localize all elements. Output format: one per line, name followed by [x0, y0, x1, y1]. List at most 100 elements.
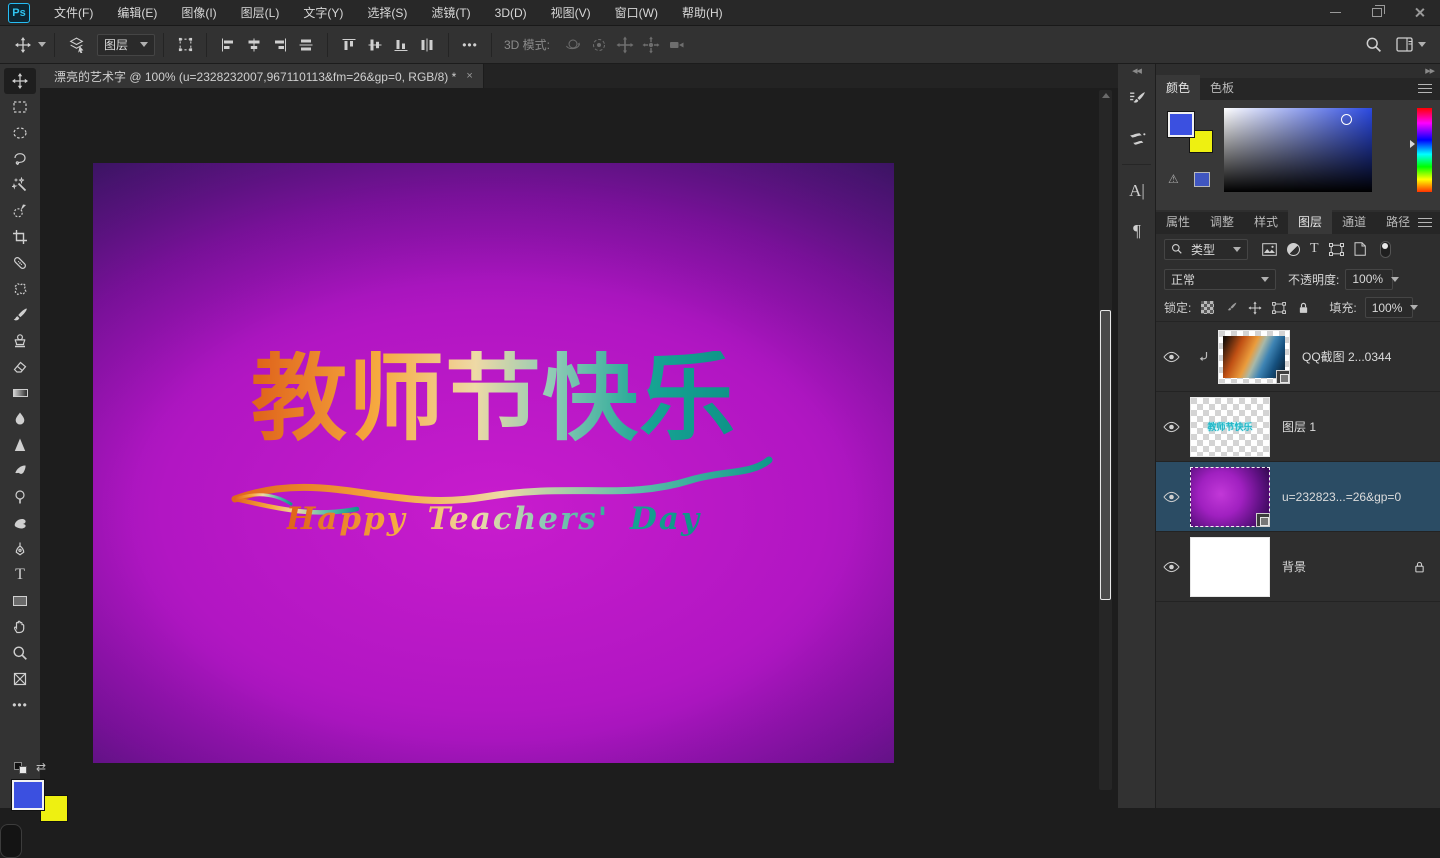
filter-smart-objects-icon[interactable]: [1354, 242, 1366, 256]
swap-colors-icon[interactable]: ⇄: [36, 760, 46, 774]
tool-clone-stamp[interactable]: [4, 328, 36, 354]
restore-button[interactable]: [1356, 0, 1398, 26]
hue-slider[interactable]: [1417, 108, 1432, 192]
tool-burn[interactable]: [4, 510, 36, 536]
layer-thumbnail[interactable]: [1190, 537, 1270, 597]
layer-thumbnail[interactable]: 教师节快乐: [1190, 397, 1270, 457]
layer-row-selected[interactable]: u=232823...=26&gp=0: [1156, 462, 1440, 532]
filter-adjustment-layers-icon[interactable]: [1287, 243, 1300, 256]
layer-filter-dropdown[interactable]: 类型: [1164, 239, 1248, 260]
distribute-vertical-centers-icon[interactable]: [293, 32, 319, 58]
tool-type[interactable]: T: [4, 562, 36, 588]
layer-name[interactable]: QQ截图 2...0344: [1302, 348, 1391, 365]
menu-type[interactable]: 文字(Y): [291, 0, 355, 26]
quick-mask-button[interactable]: [0, 824, 22, 858]
document-canvas[interactable]: 教师节快乐 Happy Teachers' Day: [93, 163, 894, 763]
color-picker-marker[interactable]: [1341, 114, 1352, 125]
search-icon[interactable]: [1365, 36, 1382, 53]
align-right-edges-icon[interactable]: [267, 32, 293, 58]
tool-spot-healing[interactable]: [4, 250, 36, 276]
document-tab[interactable]: 漂亮的艺术字 @ 100% (u=2328232007,967110113&fm…: [40, 64, 484, 88]
foreground-color-swatch[interactable]: [12, 780, 44, 810]
align-left-edges-icon[interactable]: [215, 32, 241, 58]
tool-crop[interactable]: [4, 224, 36, 250]
workspace-switcher[interactable]: [1396, 37, 1426, 52]
tool-frame[interactable]: [4, 666, 36, 692]
gamut-warning-icon[interactable]: ⚠: [1168, 172, 1179, 186]
gamut-swatch[interactable]: [1194, 172, 1210, 187]
tab-styles[interactable]: 样式: [1244, 209, 1288, 234]
more-align-options-button[interactable]: •••: [457, 32, 483, 58]
tool-rect-marquee[interactable]: [4, 94, 36, 120]
fill-dropdown[interactable]: 100%: [1365, 297, 1413, 318]
auto-select-target-dropdown[interactable]: 图层: [97, 34, 155, 56]
tool-sharpen[interactable]: [4, 432, 36, 458]
tool-brush[interactable]: [4, 302, 36, 328]
panel-menu-icon[interactable]: [1418, 84, 1432, 93]
lock-position-icon[interactable]: [1247, 301, 1263, 315]
tool-pen[interactable]: [4, 536, 36, 562]
edit-toolbar-button[interactable]: •••: [4, 692, 36, 718]
menu-edit[interactable]: 编辑(E): [105, 0, 169, 26]
tool-preset-caret-icon[interactable]: [38, 42, 46, 47]
tool-move[interactable]: [4, 68, 36, 94]
expand-panels-icon[interactable]: ◀◀: [1118, 64, 1155, 78]
lock-artboard-icon[interactable]: [1271, 302, 1287, 314]
tool-ellipse-marquee[interactable]: [4, 120, 36, 146]
tab-color[interactable]: 颜色: [1156, 75, 1200, 100]
menu-view[interactable]: 视图(V): [539, 0, 603, 26]
color-field[interactable]: [1224, 108, 1372, 192]
tab-paths[interactable]: 路径: [1376, 209, 1420, 234]
layer-name[interactable]: 图层 1: [1282, 418, 1316, 435]
tool-hand[interactable]: [4, 614, 36, 640]
tool-eraser[interactable]: [4, 354, 36, 380]
vertical-scrollbar[interactable]: [1099, 90, 1112, 790]
menu-layer[interactable]: 图层(L): [229, 0, 292, 26]
layer-thumbnail[interactable]: [1218, 330, 1290, 384]
layer-thumbnail[interactable]: [1190, 467, 1270, 527]
move-tool-preset-icon[interactable]: [10, 32, 36, 58]
align-vertical-centers-icon[interactable]: [362, 32, 388, 58]
menu-3d[interactable]: 3D(D): [483, 0, 539, 26]
distribute-horizontal-centers-icon[interactable]: [414, 32, 440, 58]
tool-lasso[interactable]: [4, 146, 36, 172]
brushes-panel-icon[interactable]: [1118, 118, 1156, 158]
layer-row-qq[interactable]: QQ截图 2...0344: [1156, 322, 1440, 392]
lock-all-icon[interactable]: [1295, 301, 1311, 315]
tab-channels[interactable]: 通道: [1332, 209, 1376, 234]
menu-filter[interactable]: 滤镜(T): [419, 0, 482, 26]
auto-select-icon[interactable]: [63, 32, 89, 58]
filter-pixel-layers-icon[interactable]: [1262, 243, 1277, 256]
color-panel-foreground-swatch[interactable]: [1168, 112, 1194, 137]
lock-pixels-icon[interactable]: [1223, 301, 1239, 314]
tool-shape[interactable]: [4, 588, 36, 614]
layer-row-background[interactable]: 背景: [1156, 532, 1440, 602]
character-panel-icon[interactable]: A|: [1118, 171, 1156, 211]
blend-mode-dropdown[interactable]: 正常: [1164, 269, 1276, 290]
visibility-eye-icon[interactable]: [1156, 561, 1186, 573]
paragraph-panel-icon[interactable]: ¶: [1118, 211, 1156, 251]
layer-name[interactable]: u=232823...=26&gp=0: [1282, 490, 1401, 504]
tool-quick-selection[interactable]: [4, 198, 36, 224]
close-button[interactable]: [1398, 0, 1440, 26]
tool-smudge[interactable]: [4, 458, 36, 484]
tool-gradient[interactable]: [4, 380, 36, 406]
visibility-eye-icon[interactable]: [1156, 351, 1186, 363]
menu-window[interactable]: 窗口(W): [603, 0, 670, 26]
menu-file[interactable]: 文件(F): [42, 0, 105, 26]
tab-layers[interactable]: 图层: [1288, 209, 1332, 234]
align-top-edges-icon[interactable]: [336, 32, 362, 58]
filter-type-layers-icon[interactable]: T: [1310, 241, 1319, 257]
scrollbar-thumb[interactable]: [1100, 310, 1111, 600]
tool-patch[interactable]: [4, 276, 36, 302]
tab-properties[interactable]: 属性: [1156, 209, 1200, 234]
opacity-dropdown[interactable]: 100%: [1345, 269, 1393, 290]
tab-close-icon[interactable]: ×: [466, 70, 472, 82]
tool-dodge[interactable]: [4, 484, 36, 510]
hue-slider-arrow[interactable]: [1410, 140, 1415, 148]
menu-image[interactable]: 图像(I): [169, 0, 228, 26]
scroll-up-icon[interactable]: [1102, 93, 1110, 98]
lock-transparent-icon[interactable]: [1199, 301, 1215, 314]
default-colors-icon[interactable]: [14, 762, 28, 775]
menu-select[interactable]: 选择(S): [355, 0, 419, 26]
